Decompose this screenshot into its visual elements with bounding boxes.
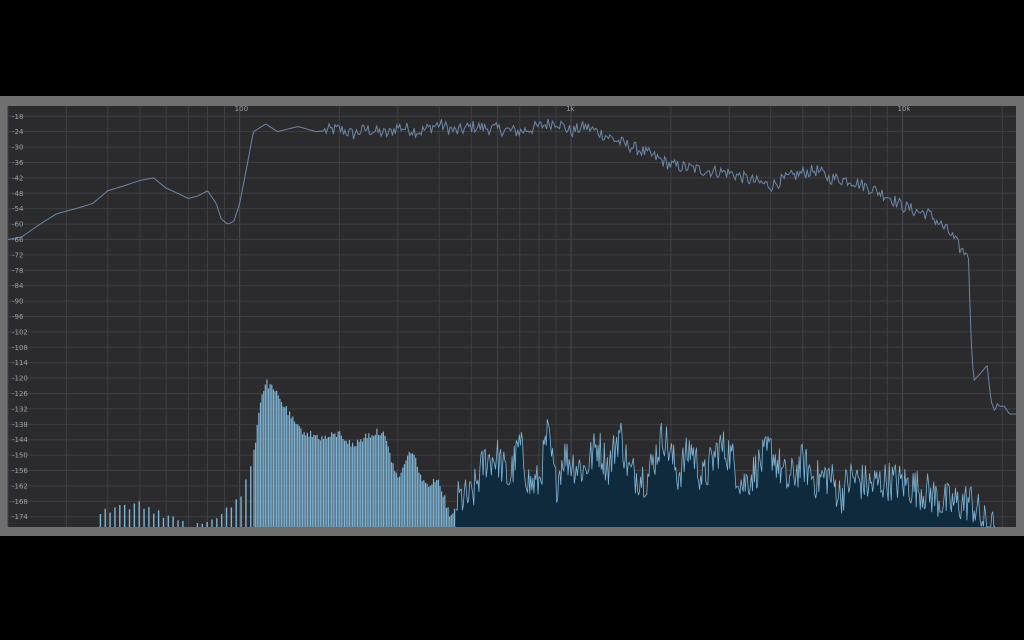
y-tick-label: -144	[12, 436, 28, 444]
y-tick-label: -78	[12, 267, 23, 275]
y-tick-label: -48	[12, 190, 23, 198]
y-tick-label: -174	[12, 513, 28, 521]
y-tick-label: -54	[12, 205, 24, 213]
y-tick-label: -150	[12, 452, 28, 460]
y-tick-label: -138	[12, 421, 28, 429]
y-tick-label: -132	[12, 405, 28, 413]
y-tick-label: -168	[12, 498, 28, 506]
spectrum-plot[interactable]: 100 1k 10k -18 -24 -30 -36 -42 -48 -54 -60 -66 -72 -…	[0, 96, 1024, 536]
y-tick-label: -120	[12, 375, 28, 383]
y-tick-label: -126	[12, 390, 28, 398]
y-tick-label: -156	[12, 467, 28, 475]
y-tick-label: -24	[12, 128, 24, 136]
y-tick-label: -84	[12, 282, 24, 290]
x-tick-label: 1k	[566, 105, 575, 113]
y-tick-label: -72	[12, 251, 23, 259]
y-tick-label: -108	[12, 344, 28, 352]
y-tick-label: -66	[12, 236, 24, 244]
y-tick-label: -114	[12, 359, 28, 367]
y-tick-label: -18	[12, 113, 23, 121]
y-tick-label: -30	[12, 144, 23, 152]
y-tick-label: -90	[12, 298, 23, 306]
x-tick-label: 100	[235, 105, 248, 113]
y-tick-label: -42	[12, 174, 23, 182]
spectrum-analyzer-frame: 100 1k 10k -18 -24 -30 -36 -42 -48 -54 -60 -66 -72 -…	[0, 96, 1024, 536]
y-tick-label: -102	[12, 328, 28, 336]
y-tick-label: -96	[12, 313, 24, 321]
y-tick-label: -60	[12, 221, 23, 229]
x-tick-label: 10k	[898, 105, 912, 113]
y-tick-label: -162	[12, 482, 28, 490]
y-tick-label: -36	[12, 159, 24, 167]
